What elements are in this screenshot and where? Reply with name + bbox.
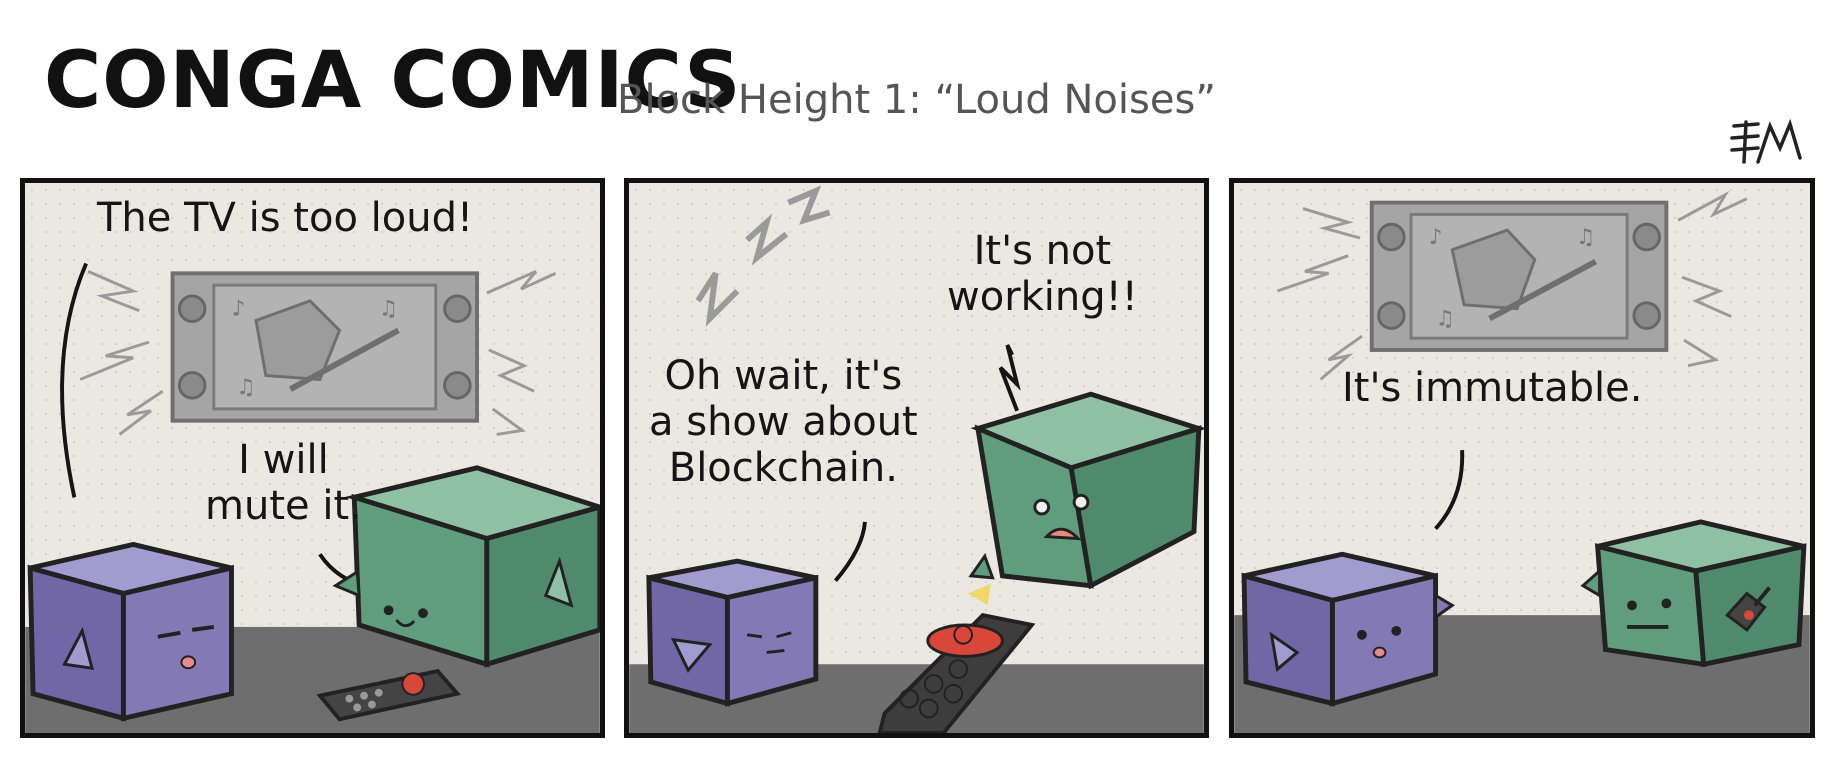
speech-tail-2 xyxy=(998,344,1021,412)
speech-line: I will xyxy=(238,437,329,483)
speech-tail xyxy=(1434,450,1465,531)
speech-line: working!! xyxy=(947,274,1138,320)
speech-bubble-not-working: It's not working!! xyxy=(947,228,1138,320)
episode-subtitle: Block Height 1: “Loud Noises” xyxy=(617,77,1217,123)
svg-text:♫: ♫ xyxy=(1576,225,1595,250)
svg-text:♫: ♫ xyxy=(236,375,255,400)
comic-panel-1: ♪ ♫ ♫ The TV is too loud! I will mute it… xyxy=(20,178,605,738)
speech-tail-1 xyxy=(60,262,88,498)
svg-text:♪: ♪ xyxy=(231,297,245,322)
speech-bubble-tv-too-loud: The TV is too loud! xyxy=(97,195,473,241)
speech-line: Blockchain. xyxy=(668,445,898,491)
speech-line: It's not xyxy=(973,228,1112,274)
speech-bubble-immutable: It's immutable. xyxy=(1342,365,1643,411)
svg-text:♫: ♫ xyxy=(379,297,398,322)
purple-cube-character xyxy=(646,558,819,707)
panel-3-artwork: ♪ ♫ ♫ xyxy=(1234,190,1810,733)
tv-icon: ♪ ♫ ♫ xyxy=(1369,200,1669,352)
svg-text:♪: ♪ xyxy=(1429,225,1443,250)
comic-panel-3: ♪ ♫ ♫ It's immutable. xyxy=(1229,178,1815,738)
speech-line: Oh wait, it's xyxy=(664,353,903,399)
speech-tail-1 xyxy=(833,521,867,583)
comic-panel-2: Oh wait, it's a show about Blockchain. I… xyxy=(624,178,1209,738)
purple-cube-character xyxy=(27,541,234,722)
noise-bolts xyxy=(695,185,831,327)
tv-icon: ♪ ♫ ♫ xyxy=(170,271,479,423)
green-cube-character-pressing xyxy=(968,391,1204,590)
svg-text:♫: ♫ xyxy=(1436,306,1455,331)
artist-signature-logo xyxy=(1730,118,1802,164)
green-cube-character xyxy=(1580,519,1807,668)
speech-line: mute it. xyxy=(205,483,362,529)
speech-bubble-show-about-blockchain: Oh wait, it's a show about Blockchain. xyxy=(649,353,918,491)
speech-bubble-will-mute: I will mute it. xyxy=(205,437,362,529)
speech-line: a show about xyxy=(649,399,918,445)
